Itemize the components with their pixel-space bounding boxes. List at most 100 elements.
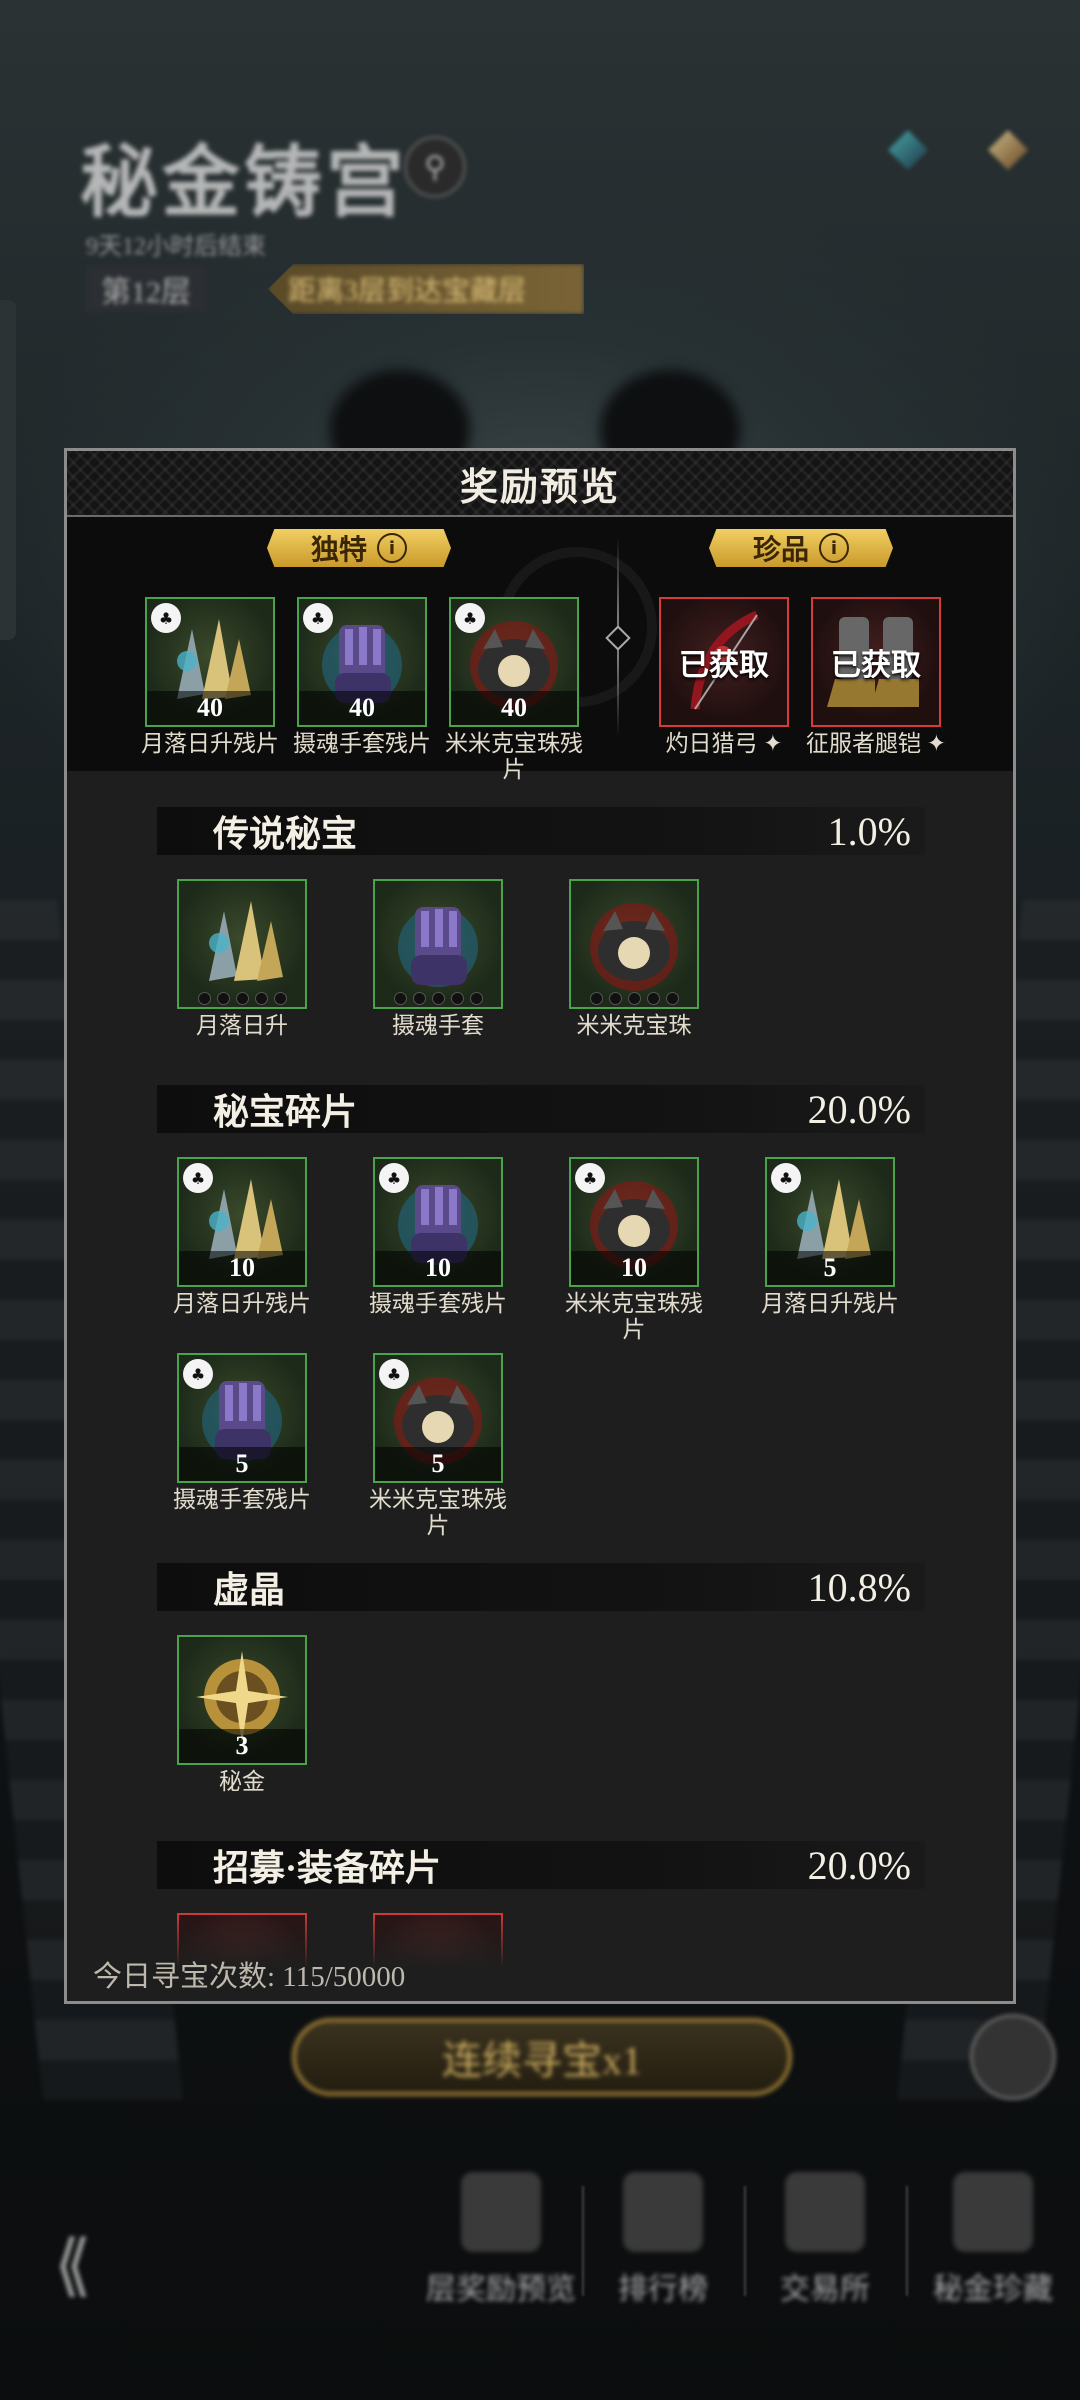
shop-icon: [785, 2172, 865, 2252]
item-name: 米米克宝珠: [576, 1013, 692, 1038]
item-quantity: 5: [767, 1251, 893, 1285]
reward-item[interactable]: ♣ 5 摄魂手套残片: [173, 1353, 311, 1513]
fragment-badge-icon: ♣: [379, 1163, 409, 1193]
item-name: 摄魂手套残片: [293, 731, 431, 756]
item-tile: ♣ 40: [297, 597, 427, 727]
crystal-icon: [888, 130, 928, 170]
section-percent: 20.0%: [807, 1086, 911, 1132]
section-name: 虚晶: [213, 1570, 286, 1610]
back-arrow-icon[interactable]: ⟪: [54, 2226, 92, 2305]
reward-item[interactable]: 已获取 灼日猎弓 ✦: [659, 597, 789, 757]
star-slots: [375, 992, 501, 1005]
item-tile: [177, 879, 307, 1009]
sunset-shards-icon: [209, 901, 283, 981]
nav-separator: [744, 2186, 746, 2296]
search-icon: ⚲: [424, 150, 446, 184]
unique-ribbon: 独特 i: [267, 529, 451, 567]
reward-preview-dialog[interactable]: 奖励预览 独特 i 珍品 i ♣ 40 月落日升残片 ♣ 40 摄魂手套残片 ♣ 40 米米克宝…: [64, 448, 1016, 2004]
nav-shop[interactable]: 交易所: [750, 2172, 900, 2308]
section-percent: 10.8%: [807, 1564, 911, 1610]
item-name: 月落日升残片: [141, 731, 279, 756]
chest-icon: [461, 2172, 541, 2252]
item-name: 米米克宝珠残片: [445, 731, 583, 782]
section-header: 虚晶 10.8%: [157, 1563, 925, 1611]
reward-item[interactable]: 摄魂手套: [373, 879, 503, 1039]
event-timer: 9天12小时后结束: [86, 234, 266, 260]
side-drawer-tab[interactable]: [0, 300, 16, 640]
star-slot: [197, 992, 211, 1005]
item-quantity: 40: [147, 691, 273, 725]
page-title: 秘金铸宫: [80, 139, 409, 226]
nav-label: 秘金珍藏: [933, 2273, 1053, 2306]
section-percent: 20.0%: [807, 1842, 911, 1888]
gold-gem-icon: [988, 130, 1028, 170]
star-slots: [179, 992, 305, 1005]
info-icon[interactable]: i: [377, 533, 407, 563]
reward-item[interactable]: ♣ 5 月落日升残片: [761, 1157, 899, 1317]
section-header: 传说秘宝 1.0%: [157, 807, 925, 855]
section-header: 招募·装备碎片 20.0%: [157, 1841, 925, 1889]
rare-ribbon: 珍品 i: [709, 529, 893, 567]
search-button[interactable]: ⚲: [404, 136, 466, 198]
fragment-badge-icon: ♣: [183, 1359, 213, 1389]
fragment-badge-icon: ♣: [303, 603, 333, 633]
fragment-badge-icon: ♣: [575, 1163, 605, 1193]
reward-item[interactable]: ♣ 10 摄魂手套残片: [369, 1157, 507, 1317]
reward-item[interactable]: ♣ 40 米米克宝珠残片: [445, 597, 583, 783]
info-icon[interactable]: i: [819, 533, 849, 563]
item-tile: [373, 879, 503, 1009]
star-slot: [608, 992, 622, 1005]
item-tile: ♣ 40: [145, 597, 275, 727]
item-tile: 已获取: [811, 597, 941, 727]
star-slot: [589, 992, 603, 1005]
item-tile: 已获取: [659, 597, 789, 727]
fragment-badge-icon: ♣: [455, 603, 485, 633]
nav-separator: [582, 2186, 584, 2296]
item-tile: ♣ 5: [177, 1353, 307, 1483]
star-slot: [646, 992, 660, 1005]
reward-item[interactable]: ♣ 5 米米克宝珠残片: [369, 1353, 507, 1539]
soul-gauntlet-icon: [398, 907, 478, 987]
reward-item[interactable]: 已获取征服者腿铠 ✦: [806, 597, 946, 757]
reward-item[interactable]: ♣ 40 月落日升残片: [141, 597, 279, 757]
floor-tip: 距离3层到达宝藏层: [268, 264, 584, 314]
fragment-badge-icon: ♣: [151, 603, 181, 633]
reward-item[interactable]: 月落日升: [177, 879, 307, 1039]
item-name: 月落日升残片: [173, 1291, 311, 1316]
item-name: 征服者腿铠 ✦: [805, 731, 947, 756]
unique-label: 独特: [310, 535, 367, 566]
fragment-badge-icon: ♣: [771, 1163, 801, 1193]
resource-crystal[interactable]: [884, 130, 932, 210]
featured-rewards: 独特 i 珍品 i ♣ 40 月落日升残片 ♣ 40 摄魂手套残片 ♣ 40 米米克宝珠残片 已获…: [67, 517, 1013, 782]
section-header: 秘宝碎片 20.0%: [157, 1085, 925, 1133]
reward-item[interactable]: 3 秘金: [177, 1635, 307, 1795]
item-tile: ♣ 10: [569, 1157, 699, 1287]
bag-button[interactable]: [970, 2014, 1056, 2100]
nav-separator: [906, 2186, 908, 2296]
item-tile: 3: [177, 1635, 307, 1765]
section-percent: 1.0%: [827, 808, 911, 854]
star-slot: [216, 992, 230, 1005]
reward-item[interactable]: ♣ 40 摄魂手套残片: [293, 597, 431, 757]
item-tile: ♣ 5: [373, 1353, 503, 1483]
reward-item[interactable]: 米米克宝珠: [569, 879, 699, 1039]
item-tile: ♣ 5: [765, 1157, 895, 1287]
star-slots: [571, 992, 697, 1005]
star-slot: [254, 992, 268, 1005]
reward-item[interactable]: ♣ 10 月落日升残片: [173, 1157, 311, 1317]
star-slot: [431, 992, 445, 1005]
dialog-header: 奖励预览: [67, 451, 1013, 517]
fragment-badge-icon: ♣: [379, 1359, 409, 1389]
star-slot: [665, 992, 679, 1005]
item-quantity: 40: [299, 691, 425, 725]
resource-gold[interactable]: [984, 130, 1032, 210]
reward-item[interactable]: ♣ 10 米米克宝珠残片: [565, 1157, 703, 1343]
nav-chest[interactable]: 层奖励预览: [426, 2172, 576, 2308]
nav-trophy[interactable]: 排行榜: [588, 2172, 738, 2308]
item-name: 摄魂手套: [392, 1013, 484, 1038]
gallery-icon: [953, 2172, 1033, 2252]
continuous-hunt-button[interactable]: 连续寻宝x1: [292, 2018, 792, 2096]
mimic-orb-icon: [590, 903, 678, 991]
nav-gallery[interactable]: 秘金珍藏: [918, 2172, 1068, 2308]
dialog-title: 奖励预览: [459, 466, 620, 509]
